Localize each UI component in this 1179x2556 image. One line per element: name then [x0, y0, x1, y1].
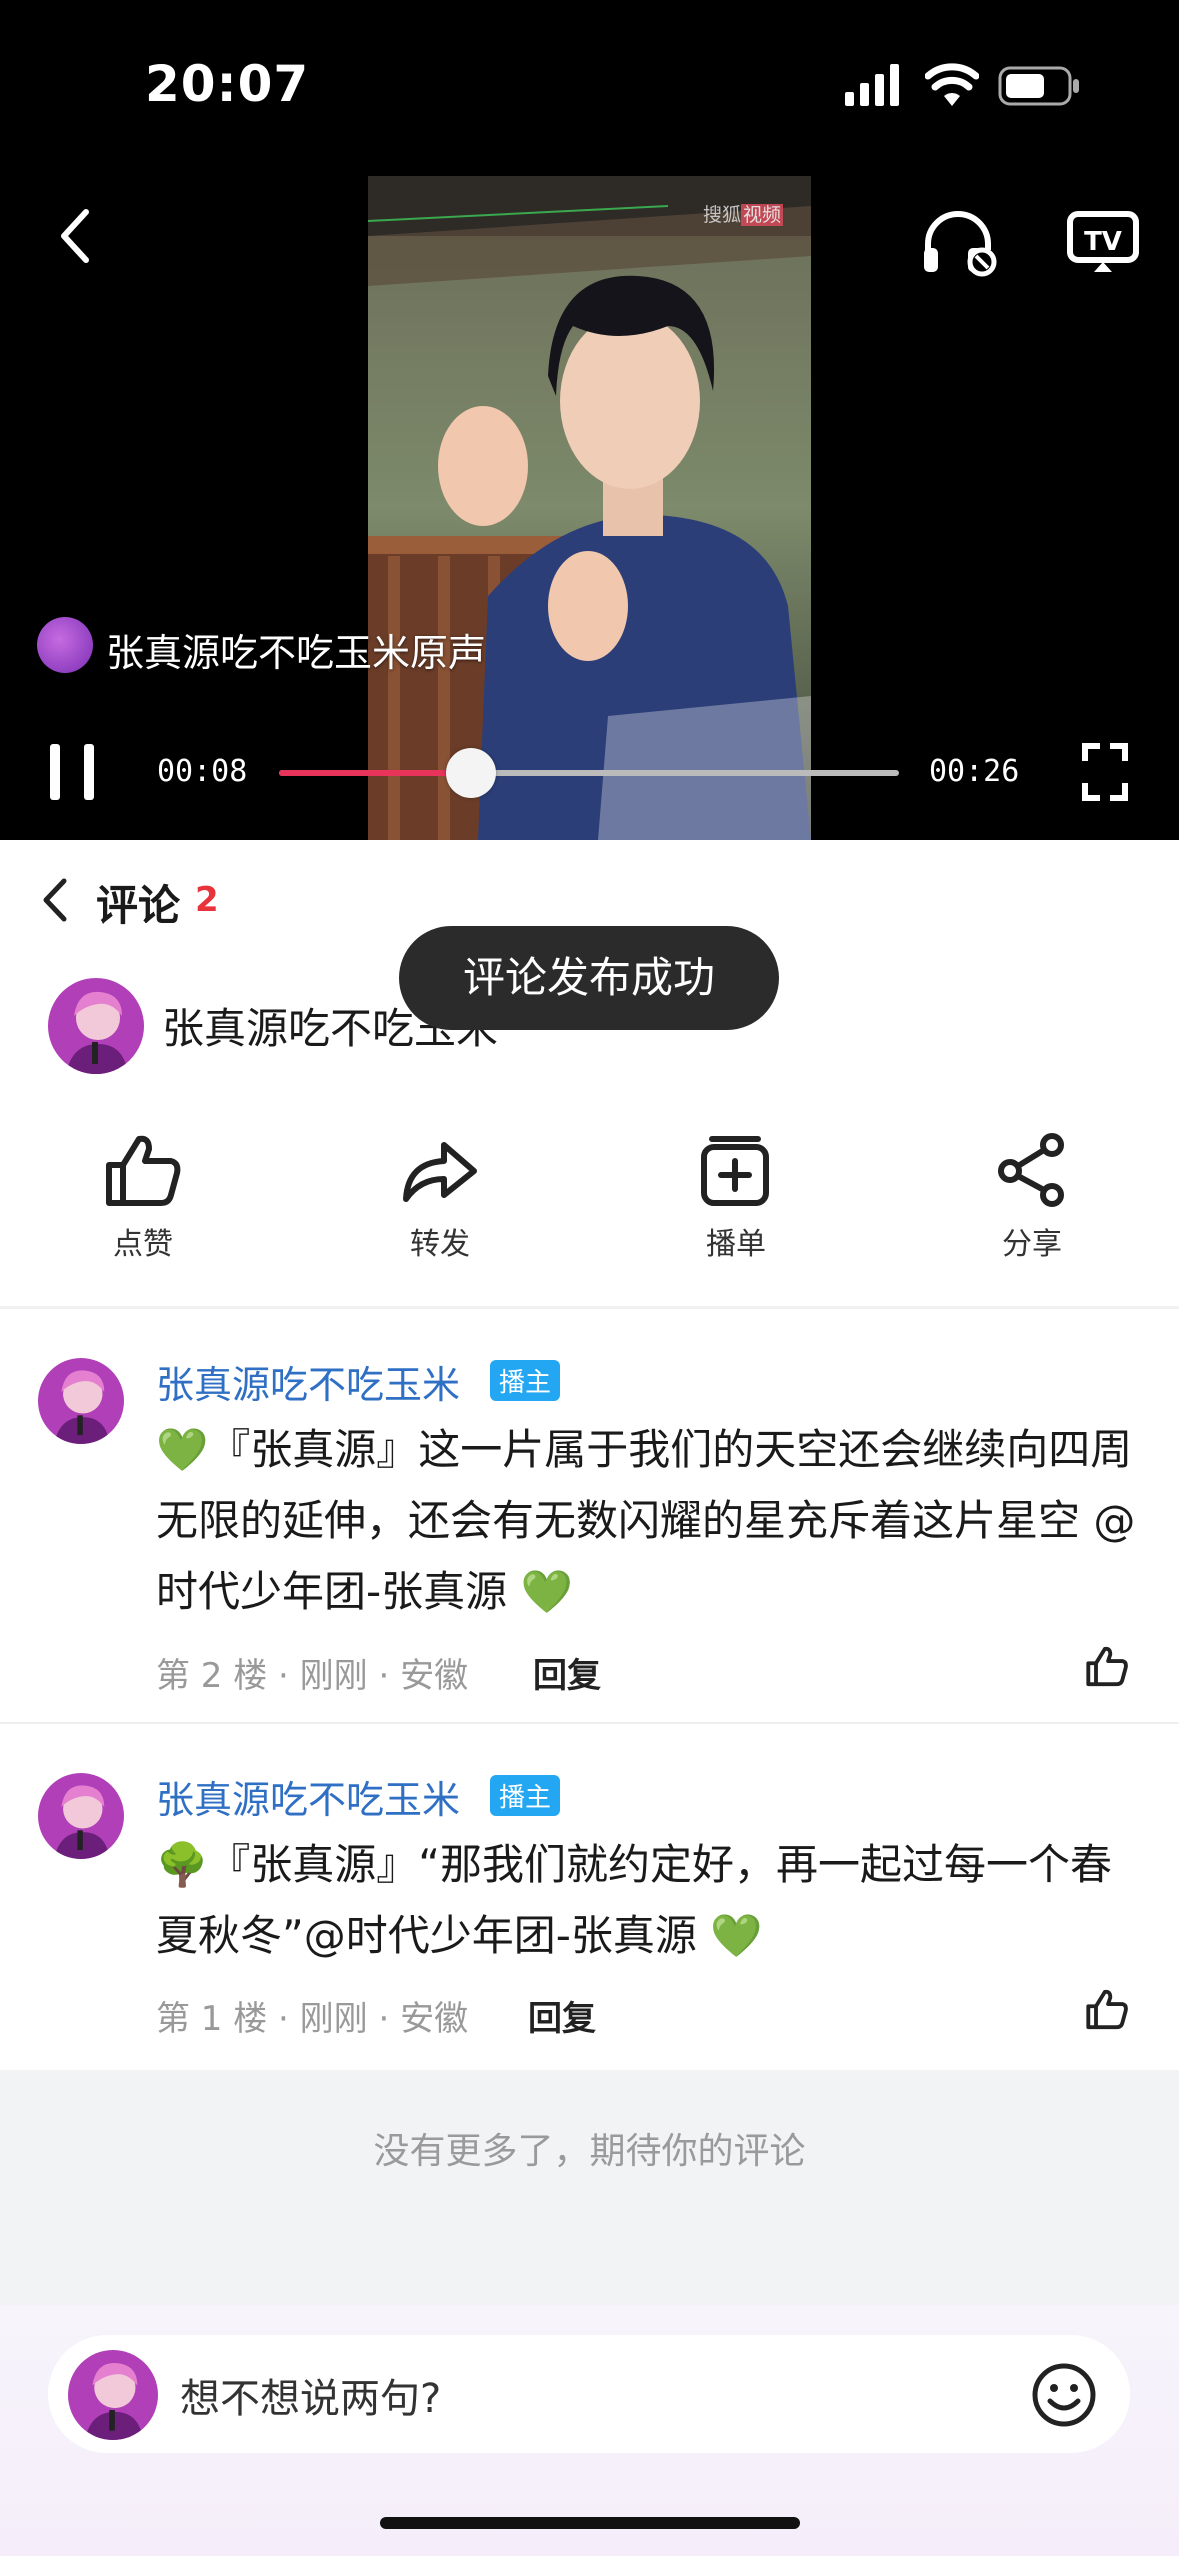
my-avatar [68, 2350, 158, 2440]
share-icon [998, 1133, 1064, 1207]
author-badge: 播主 [490, 1360, 561, 1401]
comments-title: 评论 [96, 881, 181, 930]
share-label: 分享 [1002, 1227, 1062, 1262]
comment-like-icon[interactable] [1085, 1644, 1129, 1688]
post-author-avatar[interactable] [48, 978, 144, 1074]
video-frame[interactable] [368, 176, 811, 840]
tv-cast-icon[interactable]: TV [1066, 210, 1140, 276]
comment-item: 张真源吃不吃玉米 播主 💚『张真源』这一片属于我们的天空还会继续向四周无限的延伸… [0, 1340, 1179, 1722]
comment-meta: 第 1 楼 · 刚刚 · 安徽 [156, 1999, 469, 2039]
share-button[interactable]: 分享 [952, 1133, 1112, 1263]
comment-divider [0, 1722, 1179, 1724]
audio-source-avatar[interactable] [37, 617, 93, 673]
like-label: 点赞 [113, 1227, 173, 1262]
total-time: 00:26 [929, 754, 1020, 789]
pause-icon[interactable] [48, 742, 98, 804]
battery-icon [998, 66, 1079, 106]
comment-like-icon[interactable] [1085, 1987, 1129, 2031]
comments-back-icon[interactable] [40, 877, 70, 923]
forward-label: 转发 [410, 1227, 470, 1262]
progress-slider[interactable] [279, 748, 899, 798]
thumbs-up-icon [106, 1135, 181, 1206]
author-badge: 播主 [490, 1775, 561, 1816]
audio-source-title[interactable]: 张真源吃不吃玉米原声 [106, 622, 486, 677]
playlist-button[interactable]: 播单 [656, 1133, 816, 1263]
status-bar: 20:07 [0, 0, 1179, 170]
video-thumbnail [368, 176, 811, 840]
no-more-comments: 没有更多了，期待你的评论 [373, 2131, 806, 2172]
status-time: 20:07 [145, 55, 310, 113]
comment-meta: 第 2 楼 · 刚刚 · 安徽 [156, 1656, 469, 1696]
back-icon[interactable] [56, 206, 96, 266]
comment-input-placeholder[interactable]: 想不想说两句? [180, 2366, 441, 2424]
fullscreen-icon[interactable] [1082, 743, 1128, 801]
comments-count: 2 [195, 880, 219, 920]
comment-username[interactable]: 张真源吃不吃玉米 [156, 1769, 460, 1824]
video-watermark: 搜狐 视频 [703, 204, 784, 226]
comment-avatar[interactable] [38, 1358, 124, 1444]
listen-icon[interactable] [920, 208, 1000, 278]
comment-text: 💚『张真源』这一片属于我们的天空还会继续向四周无限的延伸，还会有无数闪耀的星充斥… [156, 1425, 1136, 1616]
progress-thumb[interactable] [446, 748, 497, 798]
emoji-icon[interactable] [1030, 2361, 1098, 2429]
section-divider [0, 1306, 1179, 1309]
forward-button[interactable]: 转发 [360, 1133, 520, 1263]
svg-text:TV: TV [1084, 227, 1122, 257]
toast-message: 评论发布成功 [399, 926, 779, 1030]
home-indicator [380, 2517, 800, 2529]
forward-icon [403, 1142, 477, 1202]
comment-item: 张真源吃不吃玉米 播主 🌳『张真源』“那我们就约定好，再一起过每一个春夏秋冬”@… [0, 1755, 1179, 2070]
like-button[interactable]: 点赞 [63, 1133, 223, 1263]
wifi-icon [925, 63, 979, 106]
playlist-add-icon [701, 1136, 769, 1206]
progress-fill [279, 770, 472, 776]
comment-username[interactable]: 张真源吃不吃玉米 [156, 1354, 460, 1409]
playlist-label: 播单 [706, 1227, 766, 1262]
comment-avatar[interactable] [38, 1773, 124, 1859]
reply-button[interactable]: 回复 [528, 1991, 596, 2040]
current-time: 00:08 [157, 754, 248, 789]
comment-text: 🌳『张真源』“那我们就约定好，再一起过每一个春夏秋冬”@时代少年团-张真源 💚 [156, 1840, 1113, 1960]
signal-icon [845, 64, 899, 106]
video-player[interactable]: 20:07 搜狐 视频 TV 张真源吃不吃玉米原声 00:08 00:26 [0, 0, 1179, 840]
reply-button[interactable]: 回复 [533, 1648, 601, 1697]
